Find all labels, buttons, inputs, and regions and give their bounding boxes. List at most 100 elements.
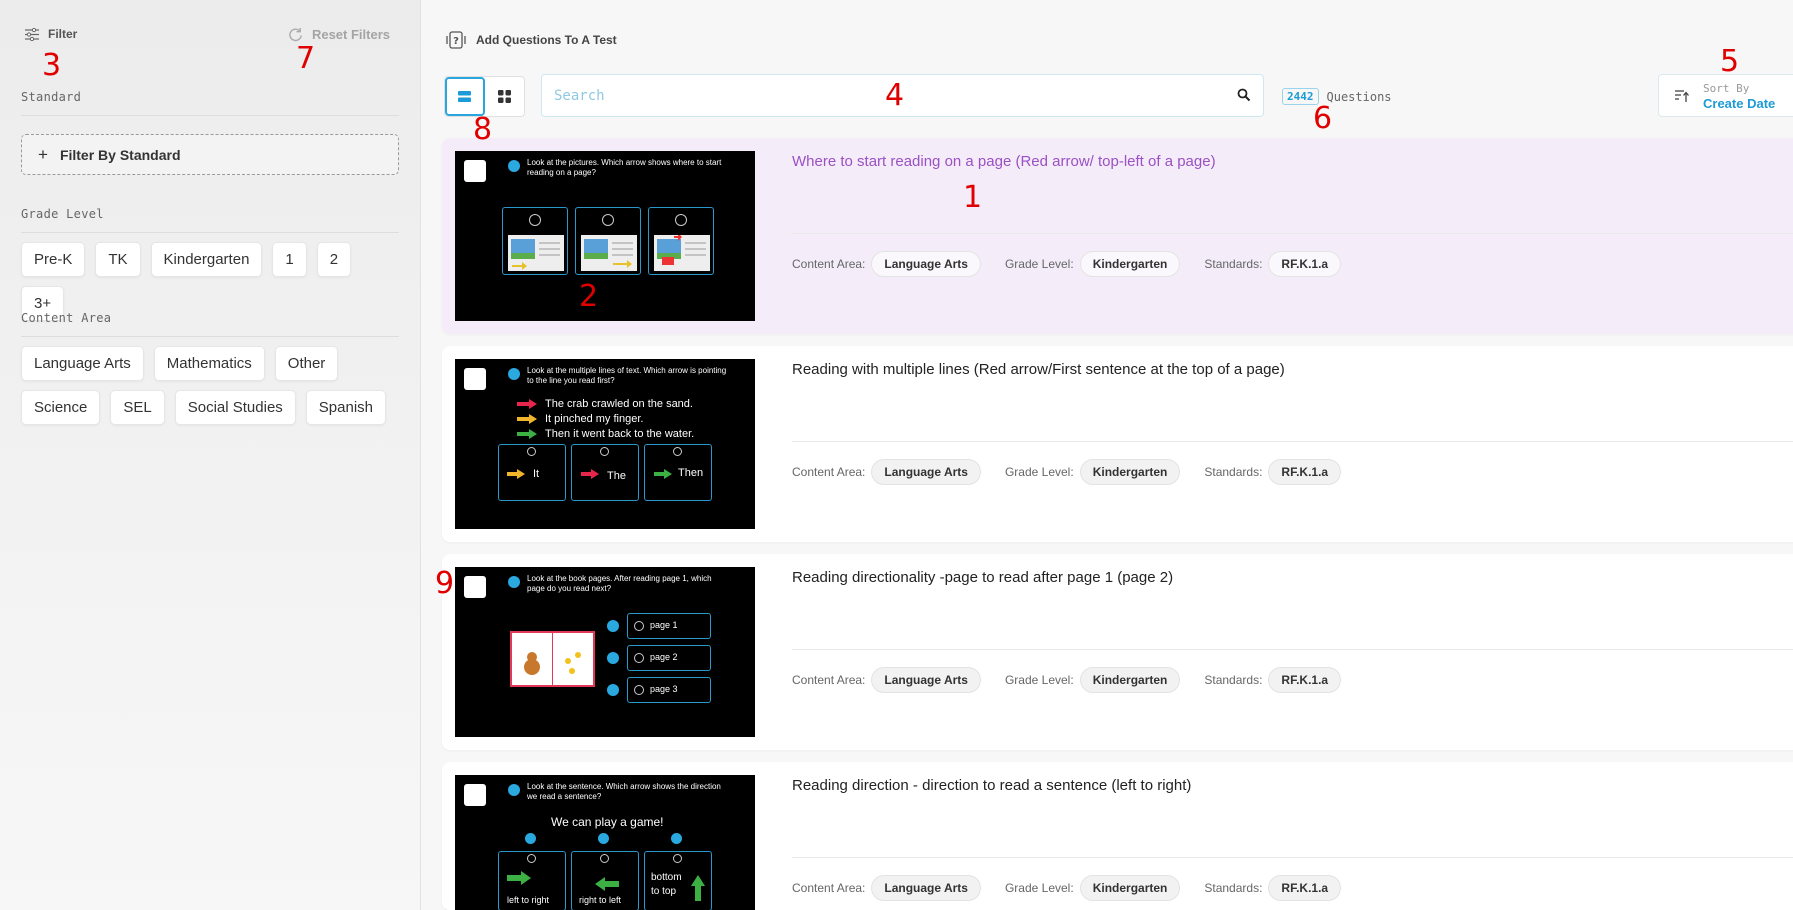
sentence-text: We can play a game! [551, 815, 664, 829]
question-title[interactable]: Reading direction - direction to read a … [792, 777, 1191, 794]
divider [21, 115, 399, 116]
content-chip-science[interactable]: Science [21, 390, 101, 425]
grid-view-button[interactable] [485, 77, 524, 116]
filter-by-standard-label: Filter By Standard [59, 146, 181, 163]
content-area-pill: Language Arts [871, 667, 981, 693]
content-section-label: Content Area [21, 311, 112, 325]
grade-chip-1[interactable]: 1 [272, 242, 307, 277]
radio-icon [634, 685, 644, 695]
speaker-icon [508, 160, 520, 172]
annotation-9: 9 [435, 566, 455, 601]
right-arrow-icon [507, 871, 531, 885]
question-prompt: Look at the sentence. Which arrow shows … [527, 782, 721, 801]
speaker-icon [508, 784, 520, 796]
select-checkbox[interactable] [464, 368, 486, 390]
content-chip-social-studies[interactable]: Social Studies [174, 390, 296, 425]
question-meta: Content Area: Language Arts Grade Level:… [792, 875, 1359, 901]
question-title[interactable]: Where to start reading on a page (Red ar… [792, 153, 1216, 170]
select-checkbox[interactable] [464, 576, 486, 598]
standards-label: Standards: [1204, 673, 1263, 687]
reset-filters-label: Reset Filters [311, 27, 390, 42]
option-text: left to right [507, 895, 550, 905]
text-line: It pinched my finger. [545, 413, 644, 425]
content-area-label: Content Area: [792, 257, 866, 271]
filter-icon [25, 27, 39, 41]
plus-icon: + [38, 144, 48, 164]
question-card[interactable]: Look at the book pages. After reading pa… [442, 554, 1793, 750]
yellow-arrow-icon [517, 414, 537, 424]
radio-icon [602, 214, 614, 226]
sort-dropdown[interactable]: Sort By Create Date [1658, 74, 1793, 117]
grade-chip-2[interactable]: 2 [316, 242, 352, 277]
annotation-5: 5 [1720, 44, 1740, 79]
grade-level-pill: Kindergarten [1079, 667, 1181, 693]
filter-sidebar: Filter Reset Filters Standard + Filter B… [0, 0, 421, 910]
divider [21, 336, 399, 337]
option-text: It [533, 468, 540, 480]
filter-by-standard-button[interactable]: + Filter By Standard [21, 134, 399, 175]
grade-level-label: Grade Level: [1004, 673, 1074, 687]
standard-pill: RF.K.1.a [1268, 667, 1342, 693]
content-area-pill: Language Arts [871, 459, 981, 485]
search-icon[interactable] [1237, 88, 1251, 102]
search-input[interactable] [542, 75, 1202, 116]
filter-header: Filter [25, 27, 77, 41]
question-thumbnail: Look at the sentence. Which arrow shows … [455, 775, 755, 910]
list-view-button[interactable] [445, 77, 485, 116]
sort-value: Create Date [1703, 95, 1776, 111]
content-chip-sel[interactable]: SEL [110, 390, 165, 425]
radio-icon [673, 854, 682, 863]
question-title[interactable]: Reading directionality -page to read aft… [792, 569, 1173, 586]
reset-filters-button[interactable]: Reset Filters [288, 27, 390, 42]
green-arrow-icon [654, 469, 672, 479]
up-arrow-icon [691, 875, 705, 901]
select-checkbox[interactable] [464, 784, 486, 806]
speaker-icon [607, 684, 619, 696]
question-meta: Content Area: Language Arts Grade Level:… [792, 251, 1359, 277]
text-line: Then it went back to the water. [545, 428, 695, 440]
content-area-label: Content Area: [792, 673, 866, 687]
content-chip-other[interactable]: Other [274, 346, 339, 381]
page-picture-icon [581, 235, 637, 271]
annotation-4: 4 [885, 78, 905, 113]
option-text: The [607, 470, 626, 482]
radio-icon [527, 447, 536, 456]
question-thumbnail: Look at the multiple lines of text. Whic… [455, 359, 755, 529]
content-chip-mathematics[interactable]: Mathematics [153, 346, 265, 381]
grade-chip-kindergarten[interactable]: Kindergarten [150, 242, 263, 277]
annotation-7: 7 [296, 41, 316, 76]
speaker-icon [508, 368, 520, 380]
question-thumbnail: Look at the pictures. Which arrow shows … [455, 151, 755, 321]
question-box-icon: ? [446, 31, 466, 49]
question-meta: Content Area: Language Arts Grade Level:… [792, 459, 1359, 485]
grade-chip-prek[interactable]: Pre-K [21, 242, 86, 277]
select-checkbox[interactable] [464, 160, 486, 182]
sort-icon [1675, 89, 1689, 102]
view-toggle [444, 76, 525, 117]
speaker-icon [525, 833, 536, 844]
content-chip-language-arts[interactable]: Language Arts [21, 346, 144, 381]
book-pages-icon [510, 631, 595, 687]
refresh-icon [289, 27, 302, 42]
annotation-3: 3 [42, 48, 62, 83]
question-prompt: Look at the pictures. Which arrow shows … [527, 158, 722, 177]
grade-section-label: Grade Level [21, 207, 104, 221]
question-card[interactable]: Look at the sentence. Which arrow shows … [442, 762, 1793, 910]
content-chip-spanish[interactable]: Spanish [305, 390, 387, 425]
question-card[interactable]: Look at the pictures. Which arrow shows … [442, 138, 1793, 334]
grade-chip-tk[interactable]: TK [95, 242, 141, 277]
breadcrumb-text: Add Questions To A Test [476, 33, 617, 47]
divider [792, 649, 1793, 650]
option-text: bottom to top [651, 872, 682, 897]
svg-text:?: ? [453, 36, 459, 47]
yellow-arrow-icon [507, 469, 525, 479]
question-title[interactable]: Reading with multiple lines (Red arrow/F… [792, 361, 1285, 378]
standard-pill: RF.K.1.a [1268, 459, 1342, 485]
standard-section-label: Standard [21, 90, 82, 104]
divider [21, 232, 399, 233]
radio-icon [634, 653, 644, 663]
radio-icon [529, 214, 541, 226]
content-chips: Language Arts Mathematics Other Science … [21, 346, 401, 425]
question-card[interactable]: Look at the multiple lines of text. Whic… [442, 346, 1793, 542]
divider [792, 857, 1793, 858]
